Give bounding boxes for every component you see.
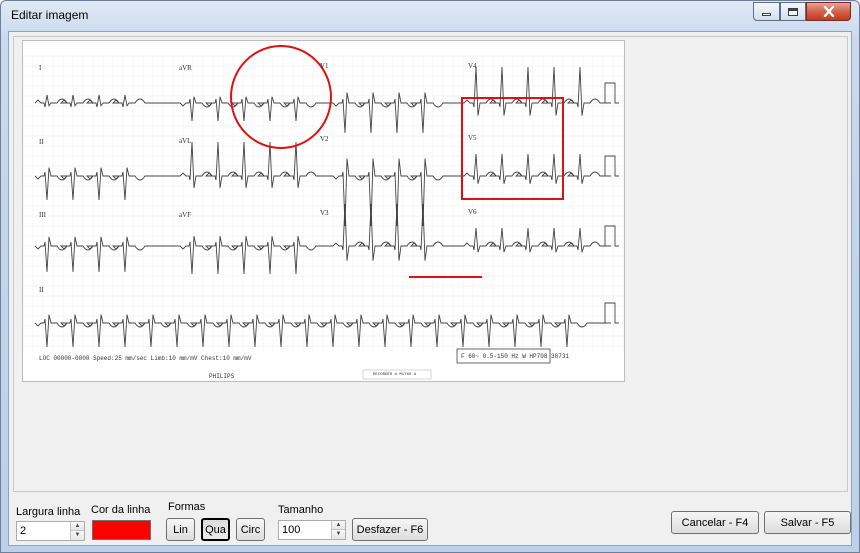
spin-down-icon[interactable]: ▼ [71, 531, 84, 540]
maximize-icon [788, 7, 798, 16]
title-bar: Editar imagem [1, 1, 859, 29]
brand-logo-text: PHILIPS [209, 373, 235, 380]
line-color-label: Cor da linha [91, 504, 151, 516]
size-label: Tamanho [278, 504, 324, 516]
lead-label-V2: V2 [320, 135, 329, 143]
close-icon [823, 6, 834, 17]
close-button[interactable] [806, 2, 851, 21]
size-arrows[interactable]: ▲ ▼ [331, 521, 345, 539]
lead-label-V3: V3 [320, 209, 329, 217]
shape-line-button[interactable]: Lin [166, 518, 195, 541]
ecg-lead-trace [173, 96, 319, 122]
line-width-arrows[interactable]: ▲ ▼ [70, 522, 84, 540]
ecg-lead-trace [34, 236, 173, 273]
ecg-lead-trace [463, 153, 611, 184]
lead-label-aVF: aVF [179, 211, 192, 219]
size-spinner[interactable]: ▲ ▼ [278, 520, 346, 540]
line-color-swatch[interactable] [92, 520, 151, 540]
recorder-stamp: RECORDER # M1700 A [373, 373, 417, 377]
ecg-device-text: F 60~ 0.5-150 Hz W HP708 38731 [461, 353, 570, 360]
shapes-label: Formas [168, 501, 206, 513]
shape-square-button[interactable]: Qua [201, 518, 230, 541]
editor-window: Editar imagem I aVR V1 V4 II aVL V2 V5 I… [0, 0, 860, 553]
spin-down-icon[interactable]: ▼ [332, 530, 345, 539]
ecg-lead-trace [173, 141, 319, 188]
lead-label-II: II [39, 138, 44, 146]
ecg-lead-trace [319, 92, 463, 134]
ecg-settings-text: LOC 00000-0000 Speed:25 mm/sec Limb:10 m… [39, 355, 252, 362]
dialog-body: I aVR V1 V4 II aVL V2 V5 III aVF V3 V6 I… [8, 31, 852, 546]
lead-label-V1: V1 [320, 62, 329, 70]
cancel-button[interactable]: Cancelar - F4 [671, 511, 759, 534]
image-panel: I aVR V1 V4 II aVL V2 V5 III aVF V3 V6 I… [13, 36, 848, 492]
ecg-lead-trace [319, 203, 463, 261]
line-width-label: Largura linha [16, 506, 81, 518]
lead-label-V4: V4 [468, 62, 477, 70]
toolbar: Largura linha ▲ ▼ Cor da linha Formas Li… [9, 494, 851, 546]
lead-label-V5: V5 [468, 134, 477, 142]
minimize-button[interactable] [753, 2, 780, 21]
ecg-lead-trace [463, 66, 611, 116]
shape-circle-button[interactable]: Circ [236, 518, 265, 541]
ecg-lead-trace [34, 94, 173, 108]
save-button[interactable]: Salvar - F5 [764, 511, 851, 534]
lead-label-I: I [39, 64, 42, 72]
lead-label-aVR: aVR [179, 64, 192, 72]
annotation-square [461, 97, 564, 200]
ecg-lead-trace [463, 227, 611, 253]
maximize-button[interactable] [780, 2, 806, 21]
spin-up-icon[interactable]: ▲ [332, 521, 345, 530]
minimize-icon [762, 13, 771, 16]
lead-label-III: III [39, 211, 46, 219]
ecg-lead-trace [34, 167, 173, 201]
spin-up-icon[interactable]: ▲ [71, 522, 84, 531]
window-title: Editar imagem [11, 8, 89, 22]
lead-label-aVL: aVL [179, 137, 192, 145]
ecg-lead-trace [173, 236, 319, 275]
line-width-spinner[interactable]: ▲ ▼ [16, 521, 85, 541]
undo-button[interactable]: Desfazer - F6 [352, 518, 428, 541]
lead-label-rhythm: II [39, 286, 44, 294]
ecg-image-canvas[interactable]: I aVR V1 V4 II aVL V2 V5 III aVF V3 V6 I… [22, 40, 625, 382]
lead-label-V6: V6 [468, 208, 477, 216]
ecg-grid [23, 55, 624, 351]
